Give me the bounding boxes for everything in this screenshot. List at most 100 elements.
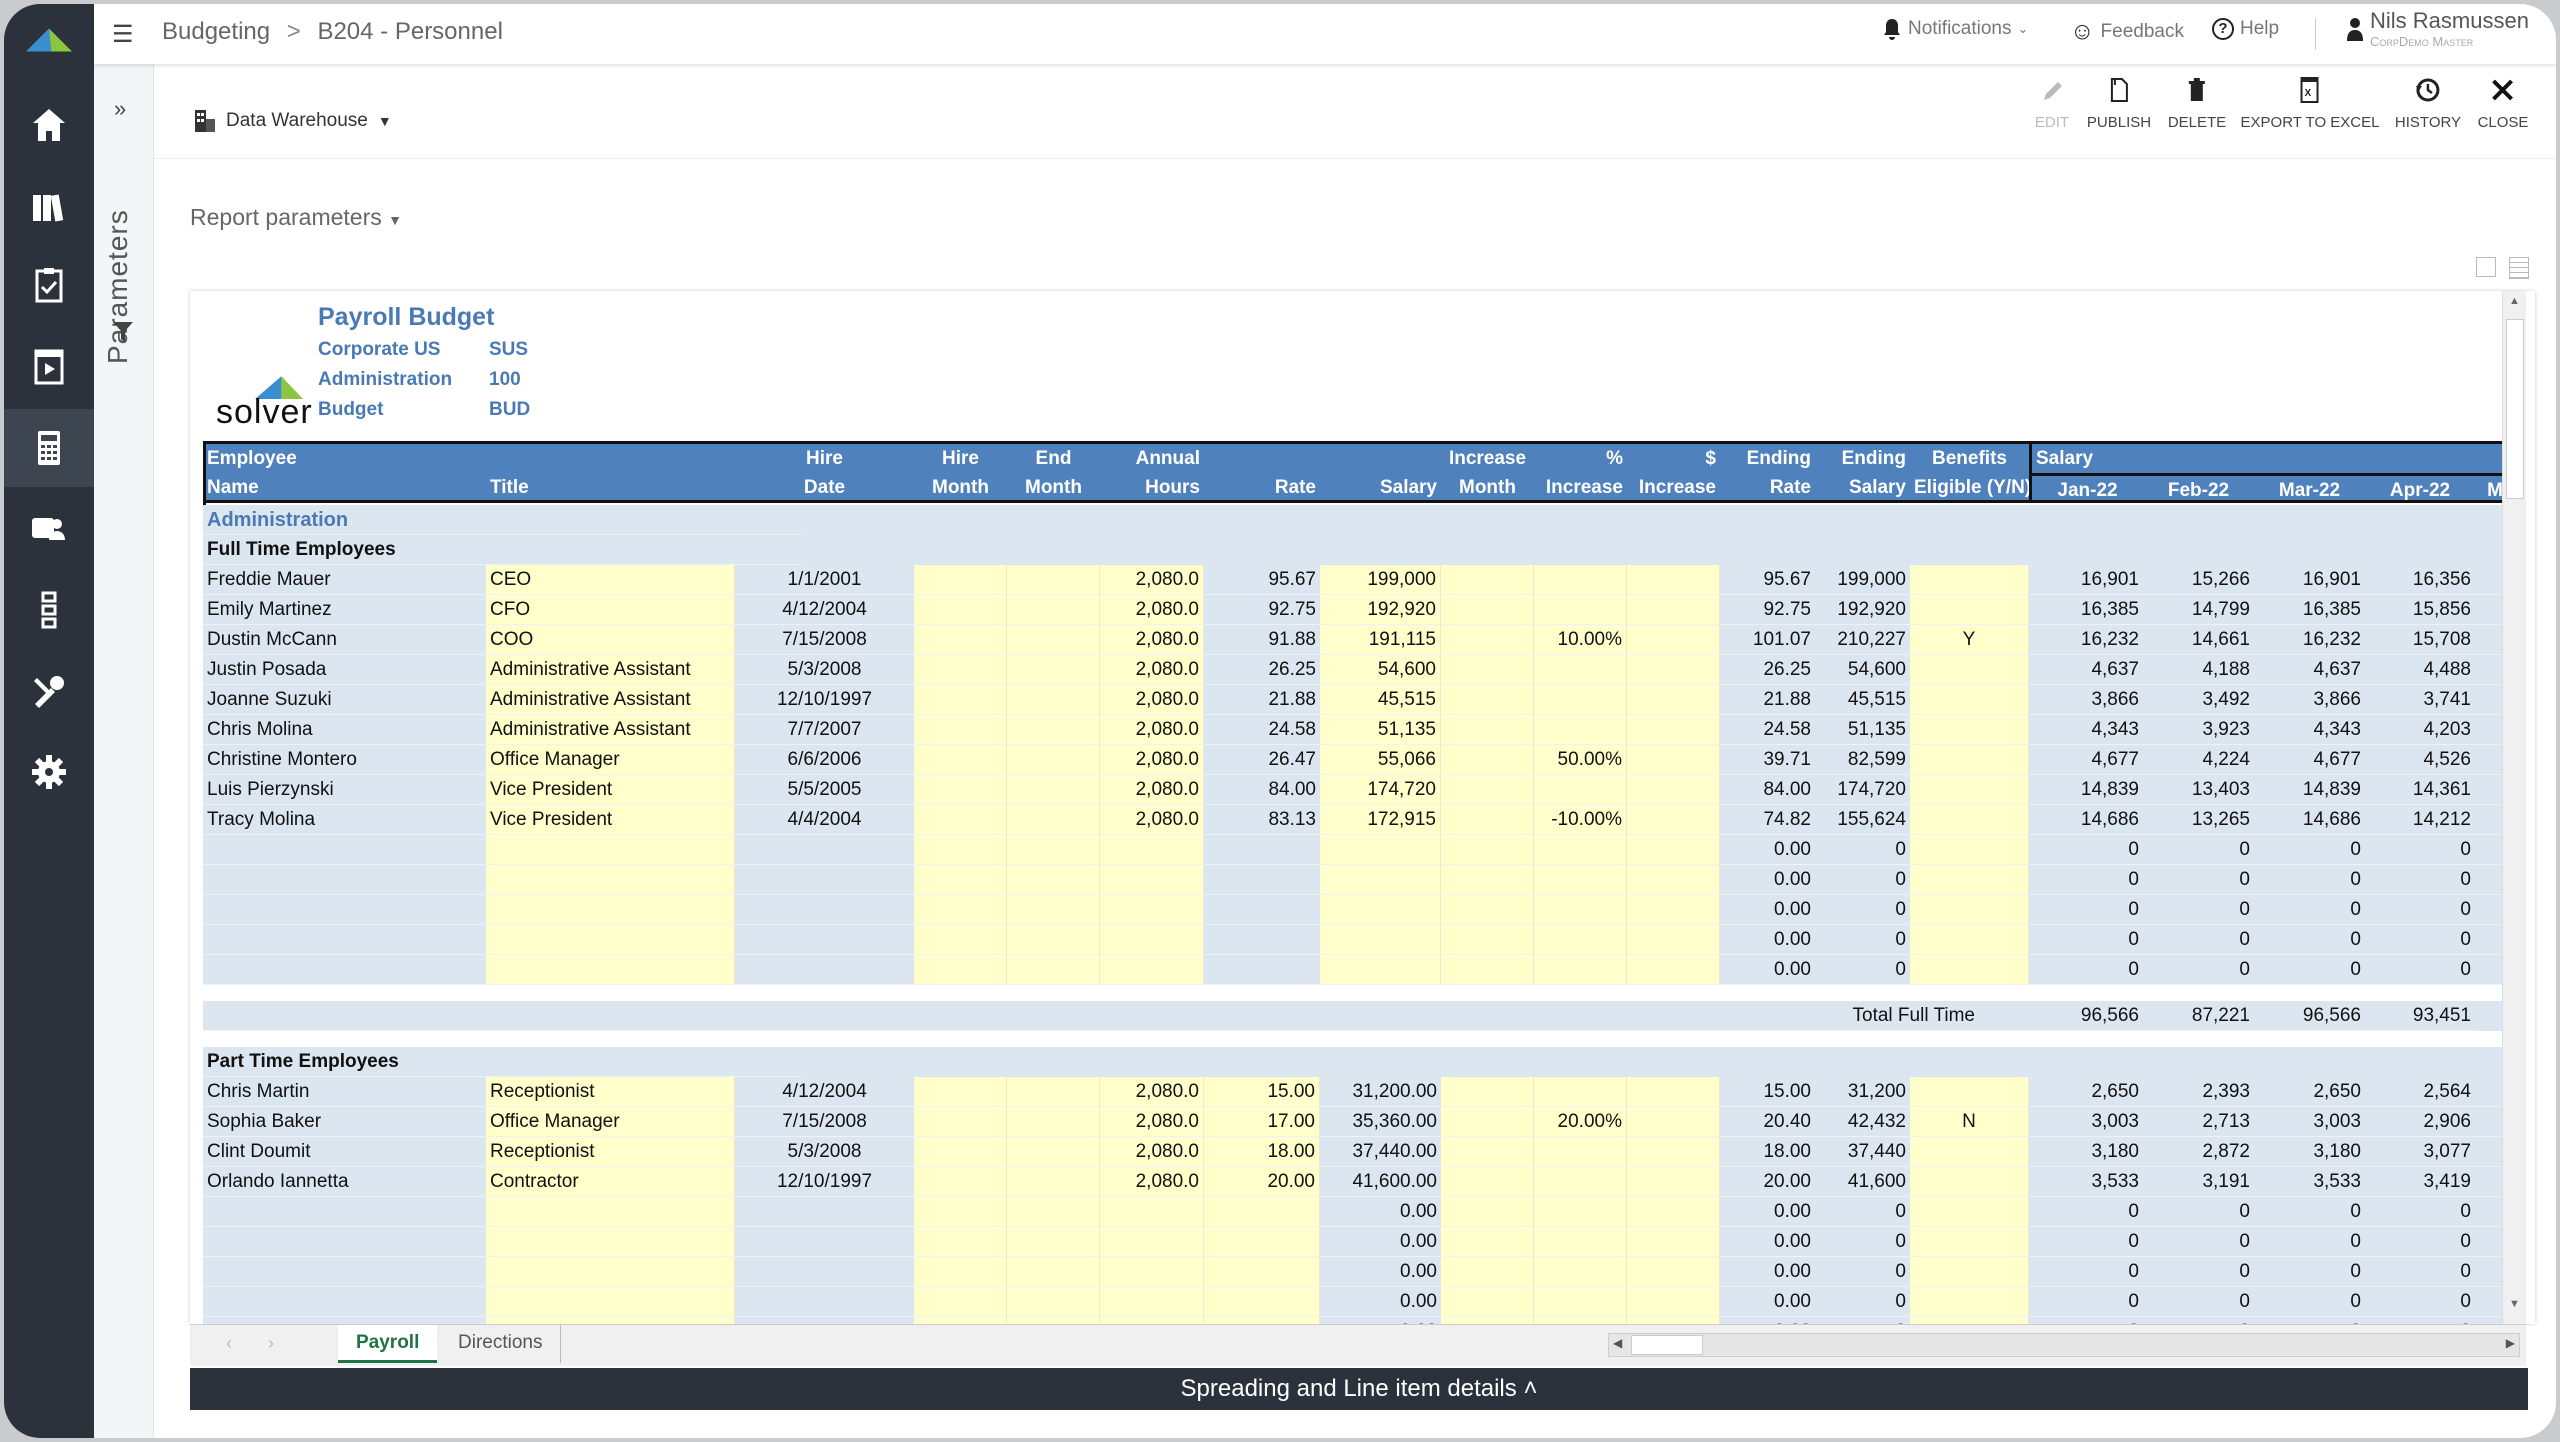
cell-benefits-eligible[interactable]: [1910, 715, 2029, 745]
cell-end-month[interactable]: [1007, 715, 1100, 745]
cell-increase-month[interactable]: [1441, 1107, 1534, 1137]
cell-pct-increase[interactable]: [1534, 565, 1627, 595]
cell-end-month[interactable]: [1007, 1257, 1100, 1287]
next-sheet-icon[interactable]: ›: [268, 1333, 274, 1354]
cell-salary[interactable]: 199,000: [1320, 565, 1441, 595]
cell-end-month[interactable]: [1007, 1107, 1100, 1137]
cell-pct-increase[interactable]: [1534, 1137, 1627, 1167]
sidebar-item-tools[interactable]: [4, 653, 94, 731]
notifications-button[interactable]: Notifications ⌄: [1882, 18, 2028, 40]
cell-title[interactable]: [486, 1197, 735, 1227]
cell-benefits-eligible[interactable]: [1910, 925, 2029, 955]
cell-annual-hours[interactable]: 2,080.0: [1100, 805, 1204, 835]
cell-dollar-increase[interactable]: [1627, 745, 1720, 775]
scroll-right-icon[interactable]: ▶: [2506, 1336, 2515, 1350]
cell-title[interactable]: Administrative Assistant: [486, 685, 735, 715]
cell-benefits-eligible[interactable]: [1910, 775, 2029, 805]
cell-dollar-increase[interactable]: [1627, 625, 1720, 655]
cell-dollar-increase[interactable]: [1627, 835, 1720, 865]
cell-annual-hours[interactable]: 2,080.0: [1100, 745, 1204, 775]
sheet-tab-directions[interactable]: Directions: [440, 1325, 562, 1363]
cell-hire-month[interactable]: [914, 1317, 1007, 1324]
cell-hire-month[interactable]: [914, 925, 1007, 955]
history-button[interactable]: HISTORY: [2395, 76, 2461, 131]
prev-sheet-icon[interactable]: ‹: [226, 1333, 232, 1354]
cell-increase-month[interactable]: [1441, 895, 1534, 925]
cell-benefits-eligible[interactable]: [1910, 1227, 2029, 1257]
grid-view-icon[interactable]: [2509, 257, 2529, 279]
cell-annual-hours[interactable]: 2,080.0: [1100, 655, 1204, 685]
cell-hire-month[interactable]: [914, 1137, 1007, 1167]
cell-dollar-increase[interactable]: [1627, 865, 1720, 895]
cell-benefits-eligible[interactable]: [1910, 895, 2029, 925]
cell-rate[interactable]: [1204, 1287, 1320, 1317]
cell-pct-increase[interactable]: [1534, 715, 1627, 745]
delete-button[interactable]: DELETE: [2168, 76, 2226, 131]
cell-increase-month[interactable]: [1441, 1077, 1534, 1107]
cell-dollar-increase[interactable]: [1627, 715, 1720, 745]
cell-benefits-eligible[interactable]: [1910, 565, 2029, 595]
export-to-excel-button[interactable]: X EXPORT TO EXCEL: [2241, 76, 2379, 131]
cell-hire-month[interactable]: [914, 1197, 1007, 1227]
cell-increase-month[interactable]: [1441, 745, 1534, 775]
cell-benefits-eligible[interactable]: [1910, 655, 2029, 685]
cell-dollar-increase[interactable]: [1627, 895, 1720, 925]
cell-pct-increase[interactable]: [1534, 1317, 1627, 1324]
cell-benefits-eligible[interactable]: [1910, 1167, 2029, 1197]
cell-pct-increase[interactable]: [1534, 1227, 1627, 1257]
cell-title[interactable]: [486, 955, 735, 985]
cell-salary[interactable]: [1320, 865, 1441, 895]
cell-pct-increase[interactable]: [1534, 775, 1627, 805]
cell-dollar-increase[interactable]: [1627, 775, 1720, 805]
cell-hire-month[interactable]: [914, 1167, 1007, 1197]
cell-rate[interactable]: [1204, 1317, 1320, 1324]
cell-dollar-increase[interactable]: [1627, 1167, 1720, 1197]
cell-annual-hours[interactable]: [1100, 1287, 1204, 1317]
cell-end-month[interactable]: [1007, 805, 1100, 835]
cell-benefits-eligible[interactable]: [1910, 1137, 2029, 1167]
app-logo[interactable]: [4, 4, 94, 76]
cell-pct-increase[interactable]: [1534, 925, 1627, 955]
cell-increase-month[interactable]: [1441, 835, 1534, 865]
cell-pct-increase[interactable]: [1534, 595, 1627, 625]
close-button[interactable]: CLOSE: [2478, 76, 2528, 131]
sidebar-item-hierarchy[interactable]: [4, 571, 94, 649]
cell-dollar-increase[interactable]: [1627, 1107, 1720, 1137]
cell-dollar-increase[interactable]: [1627, 955, 1720, 985]
cell-hire-month[interactable]: [914, 835, 1007, 865]
cell-annual-hours[interactable]: 2,080.0: [1100, 685, 1204, 715]
cell-annual-hours[interactable]: 2,080.0: [1100, 1107, 1204, 1137]
cell-increase-month[interactable]: [1441, 805, 1534, 835]
cell-hire-month[interactable]: [914, 715, 1007, 745]
cell-annual-hours[interactable]: 2,080.0: [1100, 595, 1204, 625]
cell-end-month[interactable]: [1007, 775, 1100, 805]
cell-end-month[interactable]: [1007, 865, 1100, 895]
cell-title[interactable]: CEO: [486, 565, 735, 595]
cell-end-month[interactable]: [1007, 1317, 1100, 1324]
cell-benefits-eligible[interactable]: Y: [1910, 625, 2029, 655]
cell-increase-month[interactable]: [1441, 925, 1534, 955]
cell-annual-hours[interactable]: 2,080.0: [1100, 1077, 1204, 1107]
cell-pct-increase[interactable]: [1534, 1077, 1627, 1107]
cell-salary[interactable]: [1320, 925, 1441, 955]
cell-dollar-increase[interactable]: [1627, 565, 1720, 595]
cell-annual-hours[interactable]: [1100, 1197, 1204, 1227]
cell-end-month[interactable]: [1007, 625, 1100, 655]
cell-increase-month[interactable]: [1441, 565, 1534, 595]
cell-benefits-eligible[interactable]: [1910, 1077, 2029, 1107]
cell-increase-month[interactable]: [1441, 1257, 1534, 1287]
cell-end-month[interactable]: [1007, 1167, 1100, 1197]
cell-salary[interactable]: 191,115: [1320, 625, 1441, 655]
cell-increase-month[interactable]: [1441, 1227, 1534, 1257]
cell-salary[interactable]: 54,600: [1320, 655, 1441, 685]
cell-increase-month[interactable]: [1441, 595, 1534, 625]
expand-view-icon[interactable]: [2476, 257, 2496, 277]
cell-increase-month[interactable]: [1441, 1167, 1534, 1197]
cell-benefits-eligible[interactable]: [1910, 865, 2029, 895]
cell-salary[interactable]: 192,920: [1320, 595, 1441, 625]
cell-hire-month[interactable]: [914, 1077, 1007, 1107]
menu-icon[interactable]: ☰: [112, 20, 134, 49]
cell-increase-month[interactable]: [1441, 1287, 1534, 1317]
cell-hire-month[interactable]: [914, 955, 1007, 985]
cell-dollar-increase[interactable]: [1627, 1287, 1720, 1317]
